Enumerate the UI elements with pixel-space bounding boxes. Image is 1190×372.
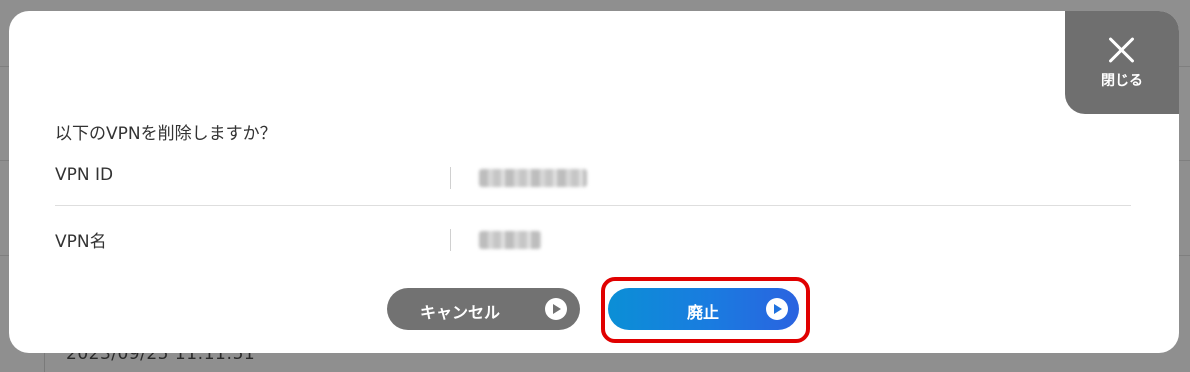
close-button[interactable]: 閉じる — [1065, 11, 1179, 114]
arrow-circle-right-icon — [545, 298, 567, 320]
vpn-id-value-redacted — [479, 169, 587, 187]
confirm-question: 以下のVPNを削除しますか？ — [55, 124, 277, 144]
abolish-button[interactable]: 廃止 — [608, 288, 799, 330]
vpn-name-value-redacted — [479, 231, 541, 249]
close-label: 閉じる — [1101, 73, 1143, 89]
row-divider — [55, 205, 1131, 206]
field-label-vpn-id: VPN ID — [55, 165, 114, 185]
cancel-button[interactable]: キャンセル — [387, 288, 580, 330]
close-x-icon — [1108, 36, 1136, 64]
cancel-button-label: キャンセル — [419, 303, 500, 322]
arrow-circle-right-icon — [766, 298, 788, 320]
abolish-button-label: 廃止 — [686, 303, 719, 322]
field-label-vpn-name: VPN名 — [55, 232, 107, 252]
field-separator — [450, 167, 451, 189]
delete-vpn-dialog — [9, 11, 1179, 353]
field-separator — [450, 229, 451, 251]
